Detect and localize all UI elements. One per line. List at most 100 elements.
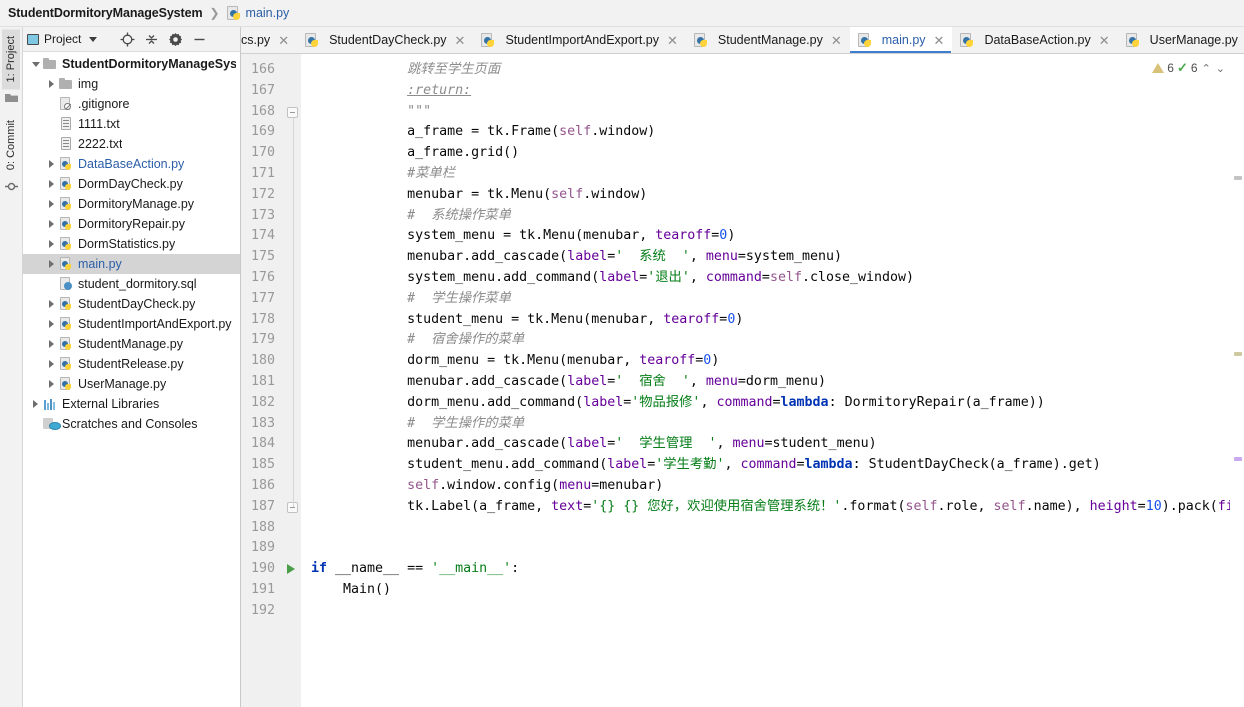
line-number: 166 — [250, 62, 275, 77]
chevron-right-icon[interactable] — [45, 160, 58, 168]
editor-tab-usermanage-py[interactable]: UserManage.py✕ — [1118, 27, 1244, 53]
run-gutter[interactable] — [283, 54, 301, 707]
code-line[interactable]: student_menu = tk.Menu(menubar, tearoff=… — [301, 310, 1230, 331]
settings-gear-icon[interactable] — [163, 27, 187, 51]
tree-item-dormitoryrepair-py[interactable]: DormitoryRepair.py — [23, 214, 240, 234]
editor-tab-studentmanage-py[interactable]: StudentManage.py ✕ — [686, 27, 850, 53]
code-line[interactable]: dorm_menu = tk.Menu(menubar, tearoff=0) — [301, 351, 1230, 372]
python-file-icon — [58, 176, 74, 192]
code-line[interactable]: system_menu.add_command(label = '退出', comm… — [301, 268, 1230, 289]
code-line[interactable]: # 学生操作的菜单 — [301, 414, 1230, 435]
scrollbar-marker[interactable] — [1234, 176, 1242, 180]
tool-window-tab-commit[interactable]: 0: Commit — [2, 113, 20, 177]
code-line[interactable]: # 宿舍操作的菜单 — [301, 330, 1230, 351]
tree-item-scratches-and-consoles[interactable]: Scratches and Consoles — [23, 414, 240, 434]
scrollbar-marker[interactable] — [1234, 352, 1242, 356]
code-line[interactable]: dorm_menu.add_command(label = '物品报修', comm… — [301, 393, 1230, 414]
locate-target-icon[interactable] — [115, 27, 139, 51]
run-configuration-icon[interactable] — [287, 564, 295, 575]
code-lines[interactable]: 跳转至学生页面 :return: """ a_frame = tk.Frame(… — [301, 54, 1230, 707]
editor-tab-studentdaycheck-py[interactable]: StudentDayCheck.py ✕ — [297, 27, 473, 53]
hide-panel-icon[interactable] — [187, 27, 211, 51]
editor-tab-clipped[interactable]: cs.py ✕ — [241, 27, 297, 53]
code-line[interactable]: system_menu = tk.Menu(menubar, tearoff=0… — [301, 226, 1230, 247]
close-icon[interactable]: ✕ — [934, 34, 945, 47]
code-line[interactable]: Main() — [301, 580, 1230, 601]
chevron-up-icon[interactable]: ⌃ — [1201, 62, 1212, 75]
tool-window-tab-project[interactable]: 1: Project — [2, 29, 20, 90]
code-line[interactable] — [301, 518, 1230, 539]
close-icon[interactable]: ✕ — [1099, 34, 1110, 47]
code-line[interactable]: # 学生操作菜单 — [301, 289, 1230, 310]
tree-item-studentdaycheck-py[interactable]: StudentDayCheck.py — [23, 294, 240, 314]
breadcrumb-file[interactable]: main.py — [246, 6, 290, 20]
tree-item-1111-txt[interactable]: 1111.txt — [23, 114, 240, 134]
chevron-right-icon[interactable] — [45, 240, 58, 248]
tree-item-main-py[interactable]: main.py — [23, 254, 240, 274]
code-line[interactable]: #菜单栏 — [301, 164, 1230, 185]
tree-item--gitignore[interactable]: .gitignore — [23, 94, 240, 114]
close-icon[interactable]: ✕ — [667, 34, 678, 47]
code-fold-marker[interactable] — [287, 106, 298, 118]
chevron-right-icon[interactable] — [45, 220, 58, 228]
code-line[interactable]: tk.Label(a_frame, text = '{} {} 您好，欢迎使用宿舍管… — [301, 497, 1230, 518]
code-line[interactable]: self.window.config(menu=menubar) — [301, 476, 1230, 497]
code-line[interactable]: menubar = tk.Menu(self.window) — [301, 185, 1230, 206]
close-icon[interactable]: ✕ — [278, 34, 289, 47]
chevron-right-icon[interactable] — [45, 180, 58, 188]
chevron-right-icon[interactable] — [45, 380, 58, 388]
tree-item-databaseaction-py[interactable]: DataBaseAction.py — [23, 154, 240, 174]
code-token: """ — [407, 103, 432, 119]
tree-item-usermanage-py[interactable]: UserManage.py — [23, 374, 240, 394]
tree-item-studentrelease-py[interactable]: StudentRelease.py — [23, 354, 240, 374]
tree-item-student-dormitory-sql[interactable]: student_dormitory.sql — [23, 274, 240, 294]
editor-tab-bar[interactable]: cs.py ✕ StudentDayCheck.py ✕ StudentImportAn… — [241, 27, 1244, 54]
chevron-right-icon[interactable] — [45, 360, 58, 368]
chevron-right-icon[interactable] — [45, 80, 58, 88]
chevron-right-icon[interactable] — [29, 400, 42, 408]
editor-tab-studentimportandexport-py[interactable]: StudentImportAndExport.py ✕ — [473, 27, 685, 53]
code-line[interactable] — [301, 601, 1230, 622]
code-line[interactable]: 跳转至学生页面 — [301, 60, 1230, 81]
tree-item-studentdormitorymanagesystem[interactable]: StudentDormitoryManageSystem — [23, 54, 240, 74]
code-line[interactable]: menubar.add_cascade(label=' 系统 ', menu=s… — [301, 247, 1230, 268]
tree-item-dormdaycheck-py[interactable]: DormDayCheck.py — [23, 174, 240, 194]
code-line[interactable]: a_frame.grid() — [301, 143, 1230, 164]
line-number: 170 — [250, 145, 275, 161]
chevron-down-icon[interactable]: ⌄ — [1215, 62, 1226, 75]
tree-item-dormitorymanage-py[interactable]: DormitoryManage.py — [23, 194, 240, 214]
chevron-right-icon[interactable] — [45, 300, 58, 308]
inspection-widget[interactable]: 6 ✓ 6 ⌃ ⌄ — [1152, 60, 1226, 76]
code-line[interactable] — [301, 538, 1230, 559]
tree-item-studentimportandexport-py[interactable]: StudentImportAndExport.py — [23, 314, 240, 334]
code-line[interactable]: """ — [301, 102, 1230, 123]
chevron-right-icon[interactable] — [45, 340, 58, 348]
chevron-right-icon[interactable] — [45, 260, 58, 268]
project-view-selector[interactable]: Project — [27, 32, 98, 46]
code-line[interactable]: menubar.add_cascade(label=' 学生管理 ', menu… — [301, 434, 1230, 455]
collapse-all-icon[interactable] — [139, 27, 163, 51]
editor-tab-databaseaction-py[interactable]: DataBaseAction.py ✕ — [952, 27, 1117, 53]
chevron-down-icon[interactable] — [29, 62, 42, 67]
tree-item-img[interactable]: img — [23, 74, 240, 94]
editor-tab-main-py[interactable]: main.py ✕ — [849, 27, 953, 53]
tree-item-external-libraries[interactable]: External Libraries — [23, 394, 240, 414]
code-line[interactable]: a_frame = tk.Frame(self.window) — [301, 122, 1230, 143]
code-line[interactable]: :return: — [301, 81, 1230, 102]
code-line[interactable]: menubar.add_cascade(label=' 宿舍 ', menu=d… — [301, 372, 1230, 393]
code-line[interactable]: if __name__ == '__main__': — [301, 559, 1230, 580]
code-line[interactable]: student_menu.add_command(label = '学生考勤', c… — [301, 455, 1230, 476]
close-icon[interactable]: ✕ — [831, 34, 842, 47]
chevron-right-icon[interactable] — [45, 320, 58, 328]
scrollbar-marker[interactable] — [1234, 457, 1242, 461]
close-icon[interactable]: ✕ — [455, 34, 466, 47]
tree-item-dormstatistics-py[interactable]: DormStatistics.py — [23, 234, 240, 254]
project-file-tree[interactable]: StudentDormitoryManageSystem img .gitignor… — [23, 52, 240, 707]
breadcrumb-project[interactable]: StudentDormitoryManageSystem — [8, 6, 203, 20]
chevron-right-icon[interactable] — [45, 200, 58, 208]
tree-item-studentmanage-py[interactable]: StudentManage.py — [23, 334, 240, 354]
code-line[interactable]: # 系统操作菜单 — [301, 206, 1230, 227]
editor-scrollbar[interactable] — [1230, 54, 1244, 707]
code-editor[interactable]: 166 167 168 169 170 171 172 173 174 175 176 177 178 1… — [241, 54, 1244, 707]
tree-item-2222-txt[interactable]: 2222.txt — [23, 134, 240, 154]
